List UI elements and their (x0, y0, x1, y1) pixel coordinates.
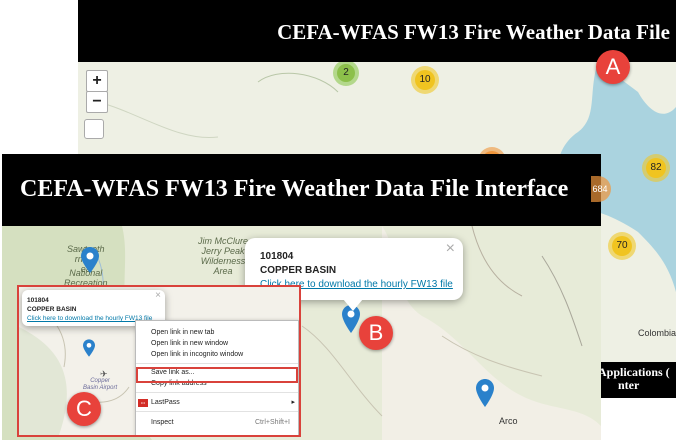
popup-close-button[interactable]: × (446, 240, 455, 258)
station-marker[interactable] (476, 379, 494, 407)
marker-cluster[interactable]: 10 (411, 66, 439, 94)
footer-text: Applications ( nter (598, 365, 670, 392)
station-name: COPPER BASIN (260, 265, 337, 276)
layer-toggle-button[interactable] (84, 119, 104, 139)
station-id: 101804 (260, 251, 294, 262)
menu-lastpass[interactable]: LastPass (151, 398, 180, 408)
page-header: CEFA-WFAS FW13 Fire Weather Data File In… (2, 154, 601, 226)
annotation-badge-a: A (596, 50, 630, 84)
map-label-arco: Arco (499, 416, 518, 426)
page-header: CEFA-WFAS FW13 Fire Weather Data File (78, 0, 676, 62)
marker-cluster[interactable]: 70 (608, 232, 636, 260)
menu-open-incognito[interactable]: Open link in incognito window (151, 350, 243, 360)
context-menu-inset: × 101804 COPPER BASIN Click here to down… (17, 285, 301, 437)
map-label-wilderness: Jim McClure Jerry Peak Wilderness Area (198, 236, 249, 276)
annotation-badge-c: C (67, 392, 101, 426)
zoom-out-button[interactable]: − (86, 91, 108, 113)
lastpass-icon: ••• (138, 399, 148, 407)
station-marker[interactable] (81, 247, 99, 273)
submenu-arrow-icon: ▸ (291, 399, 295, 406)
page-title: CEFA-WFAS FW13 Fire Weather Data File (277, 20, 670, 44)
inspect-shortcut: Ctrl+Shift+I (254, 419, 290, 426)
marker-cluster[interactable]: 684 (591, 176, 611, 202)
menu-inspect[interactable]: Inspect (151, 418, 174, 428)
page-title: CEFA-WFAS FW13 Fire Weather Data File In… (20, 176, 569, 202)
menu-open-new-window[interactable]: Open link in new window (151, 339, 228, 349)
zoom-in-button[interactable]: + (86, 70, 108, 92)
inset-popup-close-button[interactable]: × (155, 290, 161, 301)
save-link-highlight (136, 367, 298, 383)
menu-open-new-tab[interactable]: Open link in new tab (151, 328, 214, 338)
annotation-badge-b: B (359, 316, 393, 350)
map-label-airport: Copper Basin Airport (83, 378, 118, 391)
station-marker[interactable] (83, 339, 95, 357)
map-label-colombia: Colombia (638, 328, 676, 338)
marker-cluster[interactable]: 82 (642, 154, 670, 182)
